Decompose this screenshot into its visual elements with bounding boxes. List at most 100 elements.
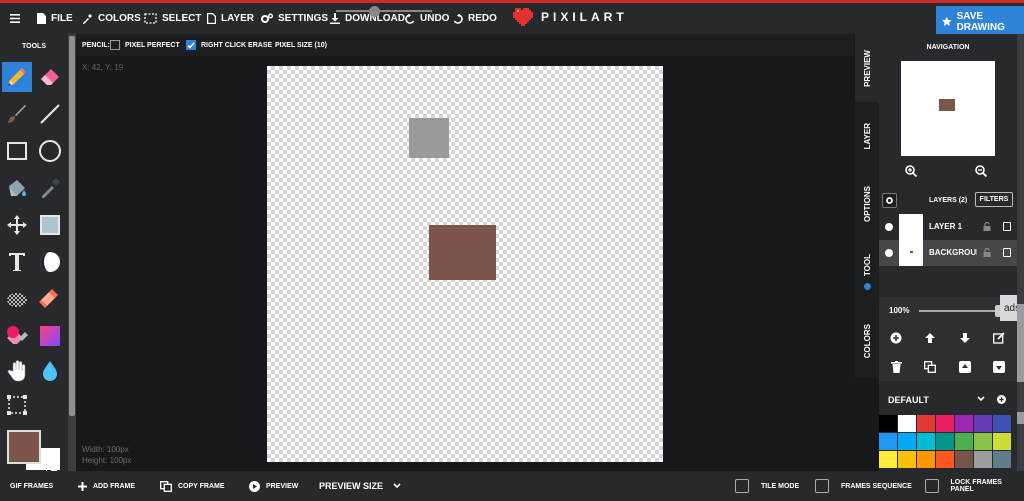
- lock-icon[interactable]: [983, 222, 991, 231]
- palette-swatch[interactable]: [898, 415, 916, 432]
- download-menu[interactable]: DOWNLOAD: [330, 3, 405, 34]
- tools-scrollbar[interactable]: [68, 34, 76, 471]
- tab-layer[interactable]: LAYER: [855, 102, 879, 170]
- circle-tool[interactable]: [35, 136, 65, 166]
- layer-row[interactable]: LAYER 1: [879, 214, 1017, 240]
- rename-layer-icon[interactable]: [991, 330, 1007, 346]
- palette-swatch[interactable]: [936, 415, 954, 432]
- tab-preview[interactable]: PREVIEW: [855, 34, 879, 102]
- duplicate-layer-icon[interactable]: [922, 359, 938, 375]
- pixel-size-slider[interactable]: [336, 10, 432, 12]
- select-menu[interactable]: SELECT: [144, 3, 201, 34]
- layer-visibility-dot[interactable]: [885, 249, 893, 257]
- palette-swatch[interactable]: [974, 415, 992, 432]
- add-layer-icon[interactable]: [888, 330, 904, 346]
- palette-swatch[interactable]: [879, 451, 897, 468]
- pixel-perfect-checkbox[interactable]: [110, 40, 120, 50]
- delete-layer-icon[interactable]: [888, 359, 904, 375]
- pan-tool[interactable]: [2, 356, 32, 386]
- palette-swatch[interactable]: [917, 433, 935, 450]
- drawing-canvas[interactable]: [267, 66, 663, 462]
- tile-mode-toggle[interactable]: TILE MODE: [735, 471, 799, 501]
- layer-visibility-dot[interactable]: [885, 223, 893, 231]
- palette-swatch[interactable]: [993, 433, 1011, 450]
- chevron-down-icon[interactable]: [977, 396, 985, 402]
- palette-swatch[interactable]: [898, 433, 916, 450]
- lock-frames-panel-checkbox[interactable]: [925, 479, 939, 493]
- rectangle-tool[interactable]: [2, 136, 32, 166]
- undo-button[interactable]: UNDO: [405, 3, 449, 34]
- zoom-in-icon[interactable]: [905, 164, 918, 182]
- color-eraser-tool[interactable]: [2, 321, 32, 351]
- palette-swatch[interactable]: [917, 415, 935, 432]
- settings-menu[interactable]: SETTINGS: [261, 3, 328, 34]
- redo-button[interactable]: REDO: [453, 3, 497, 34]
- palette-swatch[interactable]: [993, 451, 1011, 468]
- move-layer-down-icon[interactable]: [957, 330, 973, 346]
- select-tool[interactable]: [35, 210, 65, 240]
- stamp-tool[interactable]: [35, 284, 65, 314]
- add-frame-button[interactable]: ADD FRAME: [78, 471, 135, 501]
- eraser-tool[interactable]: [35, 62, 65, 92]
- pencil-tool[interactable]: [2, 62, 32, 92]
- palette-swatch[interactable]: [974, 451, 992, 468]
- merge-up-icon[interactable]: [957, 359, 973, 375]
- pixel-perfect-toggle[interactable]: PIXEL PERFECT: [110, 34, 180, 56]
- fill-tool[interactable]: [2, 173, 32, 203]
- dither-tool[interactable]: [35, 247, 65, 277]
- palette-swatch[interactable]: [955, 451, 973, 468]
- colors-menu[interactable]: COLORS: [82, 3, 141, 34]
- right-click-erase-checkbox[interactable]: [186, 40, 196, 50]
- add-palette-icon[interactable]: [997, 395, 1006, 404]
- file-menu[interactable]: FILE: [36, 3, 73, 34]
- palette-scroll-thumb[interactable]: [1017, 412, 1024, 424]
- palette-swatch[interactable]: [993, 415, 1011, 432]
- palette-swatch[interactable]: [955, 433, 973, 450]
- palette-swatch[interactable]: [974, 433, 992, 450]
- text-tool[interactable]: [2, 247, 32, 277]
- tile-mode-checkbox[interactable]: [735, 479, 749, 493]
- right-panel-scroll-thumb[interactable]: [1017, 304, 1024, 382]
- preview-size-dropdown[interactable]: PREVIEW SIZE: [319, 471, 407, 501]
- palette-swatch[interactable]: [955, 415, 973, 432]
- lighten-tool[interactable]: [35, 356, 65, 386]
- palette-swatch[interactable]: [898, 451, 916, 468]
- move-layer-up-icon[interactable]: [922, 330, 938, 346]
- merge-down-icon[interactable]: [991, 359, 1007, 375]
- palette-swatch[interactable]: [879, 433, 897, 450]
- lock-icon[interactable]: [983, 248, 991, 257]
- save-drawing-button[interactable]: SAVE DRAWING: [936, 6, 1024, 37]
- tab-tool[interactable]: TOOL: [855, 238, 879, 306]
- zoom-out-icon[interactable]: [975, 164, 988, 182]
- frames-sequence-checkbox[interactable]: [815, 479, 829, 493]
- filters-button[interactable]: FILTERS: [975, 192, 1013, 207]
- line-tool[interactable]: [35, 99, 65, 129]
- move-tool[interactable]: [2, 210, 32, 240]
- right-panel-scrollbar[interactable]: [1017, 34, 1024, 471]
- pixel-size-slider-knob[interactable]: [369, 6, 380, 17]
- lock-frames-panel-toggle[interactable]: LOCK FRAMES PANEL: [925, 471, 1024, 501]
- pattern-tool[interactable]: [2, 284, 32, 314]
- layer-select-box[interactable]: [1003, 248, 1011, 257]
- palette-swatch[interactable]: [879, 415, 897, 432]
- layer-menu[interactable]: LAYER: [207, 3, 254, 34]
- tab-options[interactable]: OPTIONS: [855, 170, 879, 238]
- tab-colors[interactable]: COLORS: [855, 306, 879, 376]
- palette-swatch[interactable]: [936, 433, 954, 450]
- tools-scroll-thumb[interactable]: [69, 36, 75, 416]
- palette-swatch[interactable]: [936, 451, 954, 468]
- primary-color-swatch[interactable]: [7, 430, 41, 464]
- copy-frame-button[interactable]: COPY FRAME: [160, 471, 225, 501]
- frames-sequence-toggle[interactable]: FRAMES SEQUENCE: [815, 471, 912, 501]
- color-picker-tool[interactable]: [35, 173, 65, 203]
- pixilart-logo[interactable]: PIXILART: [513, 8, 628, 26]
- layer-opacity-slider[interactable]: [919, 310, 999, 312]
- layer-select-box[interactable]: [1003, 222, 1011, 231]
- layer-row[interactable]: BACKGROUND: [879, 240, 1017, 266]
- gradient-tool[interactable]: [35, 321, 65, 351]
- brush-tool[interactable]: [2, 99, 32, 129]
- palette-swatch[interactable]: [917, 451, 935, 468]
- right-click-erase-toggle[interactable]: RIGHT CLICK ERASE: [186, 34, 272, 56]
- hamburger-menu-icon[interactable]: [10, 3, 25, 34]
- layer-settings-gear-icon[interactable]: [882, 193, 897, 208]
